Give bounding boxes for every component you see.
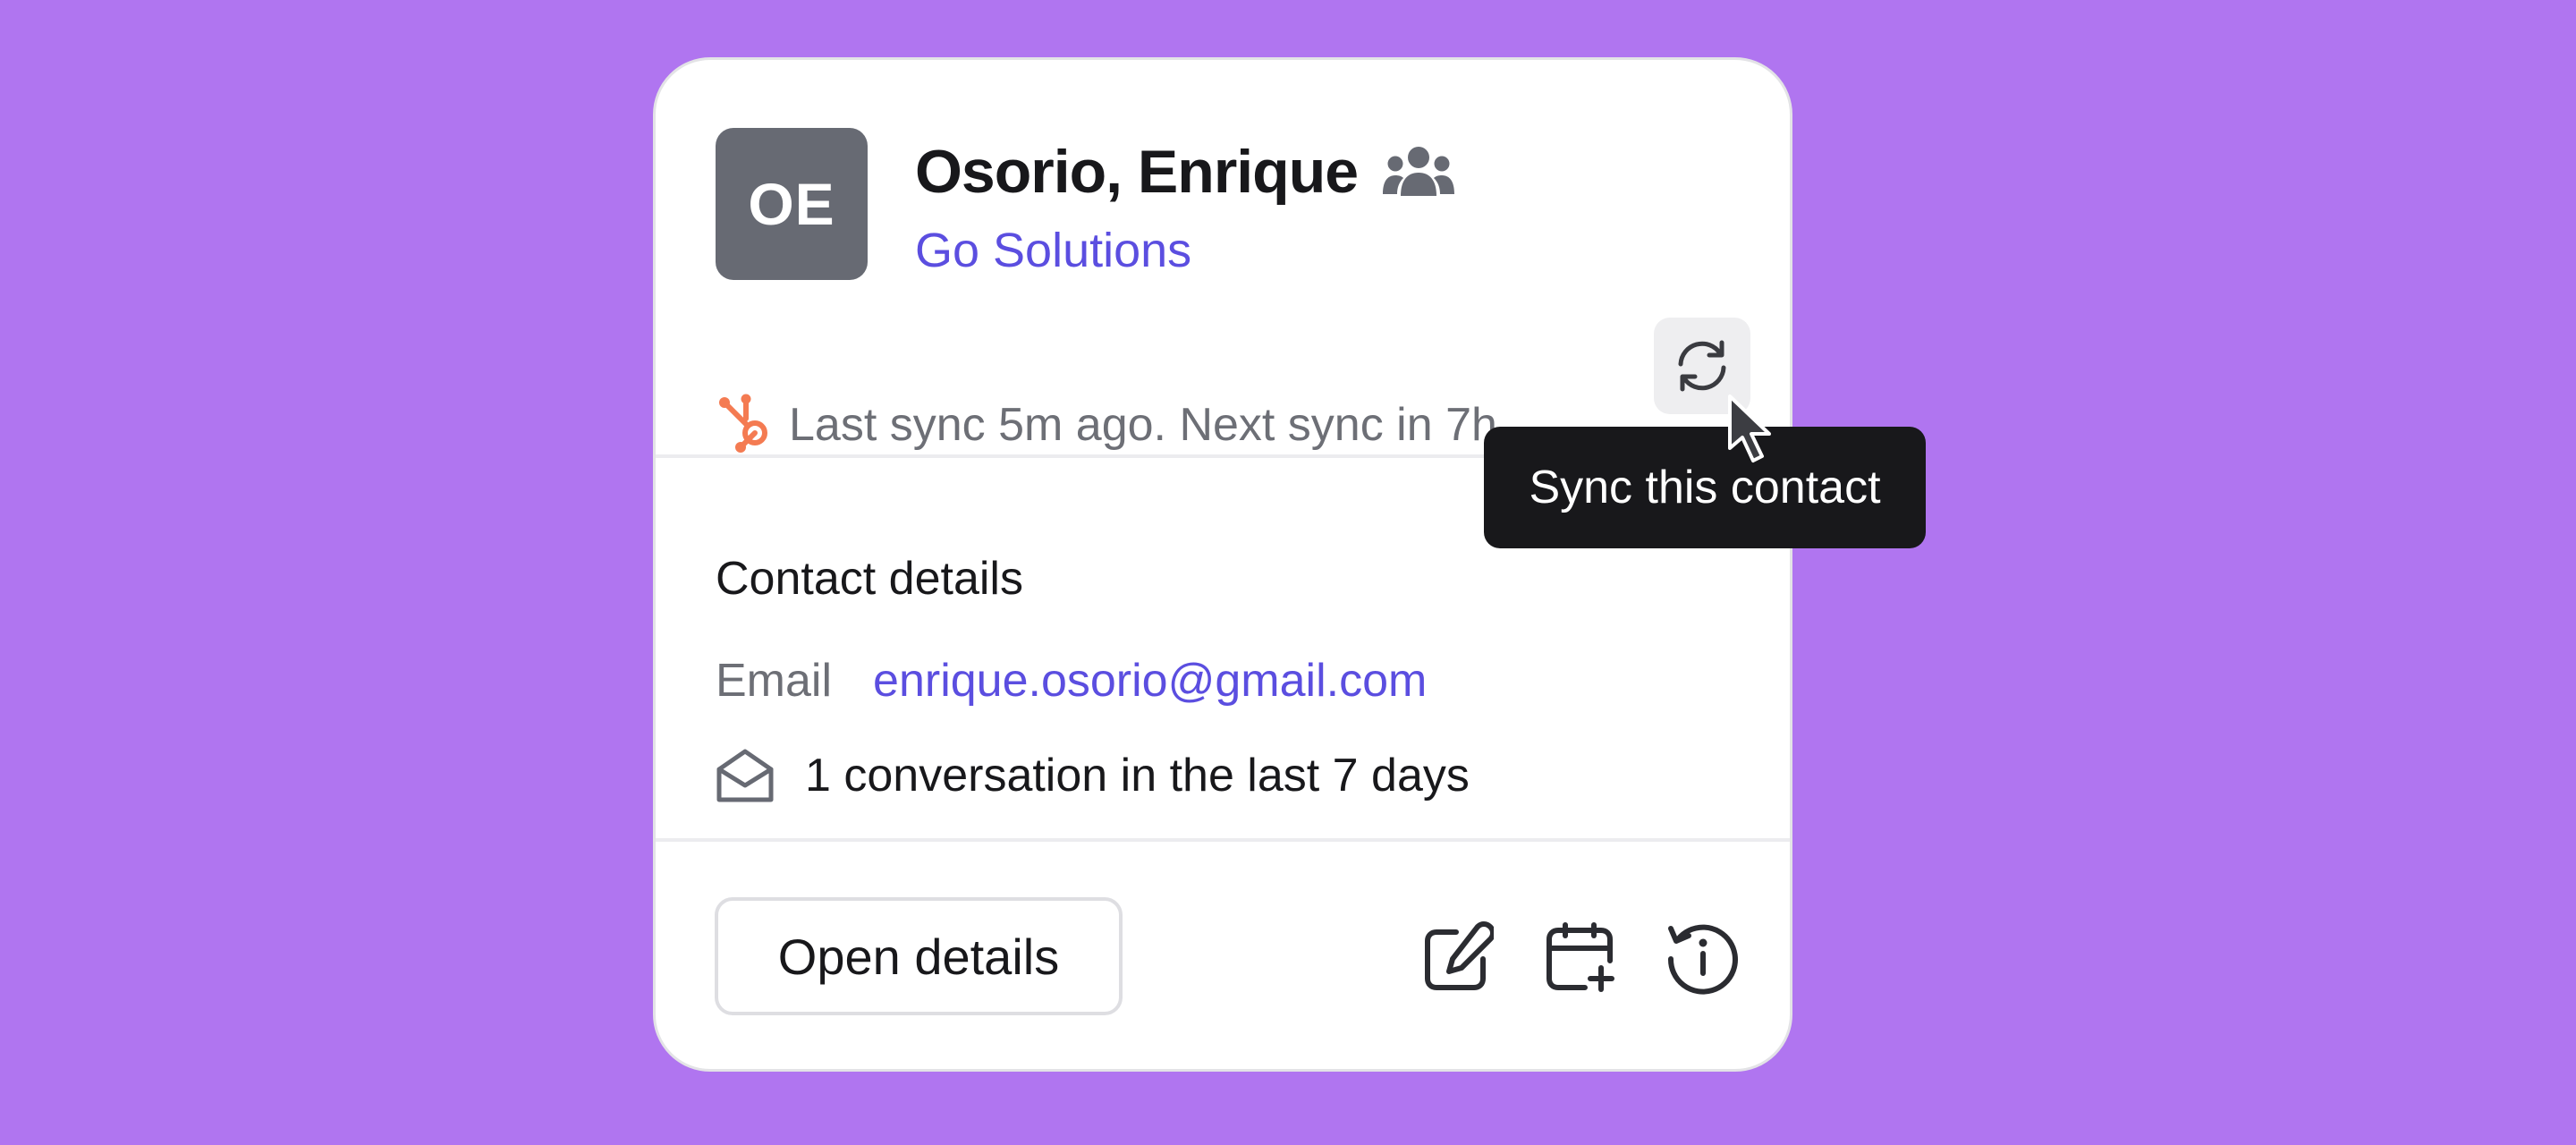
open-mail-icon [716,746,775,805]
contact-card: OE Osorio, Enrique Go Solutions Last syn… [653,57,1926,1072]
avatar-initials: OE [748,171,835,237]
sync-tooltip: Sync this contact [1484,427,1926,548]
contact-name: Osorio, Enrique [915,138,1359,206]
calendar-add-icon [1546,922,1614,992]
schedule-button[interactable] [1541,917,1622,997]
avatar: OE [716,128,868,280]
footer-divider [656,838,1790,842]
edit-button[interactable] [1418,917,1498,997]
refresh-icon [1678,340,1726,392]
mouse-cursor-icon [1728,394,1771,462]
history-info-icon [1667,924,1738,995]
contact-details-heading: Contact details [716,553,1023,605]
history-button[interactable] [1663,917,1743,997]
conversations-text: 1 conversation in the last 7 days [805,750,1470,802]
company-link[interactable]: Go Solutions [915,223,1191,278]
group-icon [1383,142,1455,201]
email-row: Email enrique.osorio@gmail.com [716,654,1427,708]
contact-header: Osorio, Enrique [915,131,1455,212]
sync-status: Last sync 5m ago. Next sync in 7h. [716,389,1510,461]
sync-status-text: Last sync 5m ago. Next sync in 7h. [789,399,1511,451]
conversations-row: 1 conversation in the last 7 days [716,740,1470,811]
email-link[interactable]: enrique.osorio@gmail.com [873,654,1427,708]
open-details-button[interactable]: Open details [715,897,1123,1015]
email-label: Email [716,655,833,707]
tooltip-text: Sync this contact [1529,462,1881,513]
hubspot-icon [716,394,778,456]
edit-icon [1425,921,1494,990]
